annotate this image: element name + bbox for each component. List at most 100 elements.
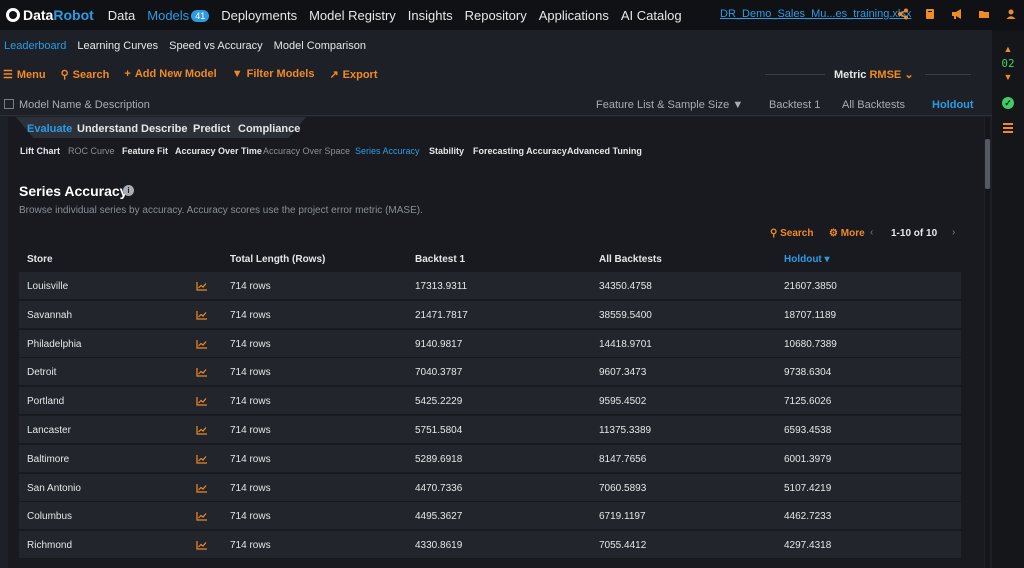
select-all-checkbox[interactable]: [4, 99, 14, 109]
search-button[interactable]: ⚲ Search: [61, 68, 110, 81]
nav-applications[interactable]: Applications: [539, 8, 609, 23]
chart-trend-icon[interactable]: [196, 511, 208, 521]
nav-repository[interactable]: Repository: [465, 8, 527, 23]
cell-store: San Antonio: [27, 482, 81, 494]
cell-store: Baltimore: [27, 453, 70, 465]
metric-divider-left: [765, 74, 825, 75]
table-row[interactable]: Baltimore 714 rows 5289.6918 8147.7656 6001.…: [19, 444, 961, 473]
model-detail-panel: Evaluate Understand Describe Predict Com…: [8, 117, 984, 568]
series-search-icon: ⚲: [770, 228, 778, 239]
chart-trend-icon[interactable]: [196, 281, 208, 291]
subtab-series-accuracy[interactable]: Series Accuracy: [355, 146, 420, 156]
datarobot-logo[interactable]: Data Robot: [6, 7, 94, 23]
cell-length: 714 rows: [230, 453, 271, 465]
next-page-icon[interactable]: ›: [952, 227, 955, 238]
add-new-model-button[interactable]: + Add New Model: [124, 68, 216, 80]
chart-trend-icon[interactable]: [196, 425, 208, 435]
megaphone-icon[interactable]: [950, 8, 964, 22]
th-backtest-1[interactable]: Backtest 1: [415, 254, 465, 265]
nav-insights[interactable]: Insights: [408, 8, 453, 23]
nav-deployments[interactable]: Deployments: [221, 8, 297, 23]
rail-chevron-up-icon[interactable]: ▲: [992, 44, 1024, 54]
chart-trend-icon[interactable]: [196, 339, 208, 349]
filter-models-button[interactable]: ▼ Filter Models: [232, 68, 315, 80]
th-holdout[interactable]: Holdout ▾: [784, 254, 830, 265]
table-row[interactable]: Richmond 714 rows 4330.8619 7055.4412 4297.4…: [19, 531, 961, 560]
series-accuracy-title: Series Accuracy: [19, 183, 128, 199]
chart-trend-icon[interactable]: [196, 483, 208, 493]
th-all-backtests[interactable]: All Backtests: [599, 254, 662, 265]
subtab-accuracy-over-time[interactable]: Accuracy Over Time: [175, 146, 262, 156]
cell-length: 714 rows: [230, 309, 271, 321]
tab-compliance[interactable]: Compliance: [238, 123, 300, 135]
logo-text-data: Data: [23, 7, 54, 23]
chart-trend-icon[interactable]: [196, 454, 208, 464]
scrollbar-thumb[interactable]: [985, 139, 990, 189]
chart-trend-icon[interactable]: [196, 396, 208, 406]
column-backtest-1[interactable]: Backtest 1: [769, 99, 820, 111]
subtab-accuracy-over-space[interactable]: Accuracy Over Space: [263, 146, 350, 156]
table-row[interactable]: Detroit 714 rows 7040.3787 9607.3473 9738.63…: [19, 358, 961, 387]
rail-chevron-down-icon[interactable]: ▼: [992, 72, 1024, 82]
table-row[interactable]: Portland 714 rows 5425.2229 9595.4502 7125.6…: [19, 387, 961, 416]
table-row[interactable]: Lancaster 714 rows 5751.5804 11375.3389 6593…: [19, 416, 961, 444]
tab-understand[interactable]: Understand: [77, 123, 138, 135]
series-search-button[interactable]: ⚲ Search: [770, 228, 813, 239]
tab-evaluate[interactable]: Evaluate: [27, 123, 72, 135]
table-row[interactable]: Savannah 714 rows 21471.7817 38559.5400 1870…: [19, 300, 961, 329]
subtab-stability[interactable]: Stability: [429, 146, 464, 156]
column-feature-list[interactable]: Feature List & Sample Size ▼: [596, 99, 743, 111]
nav-model-registry[interactable]: Model Registry: [309, 8, 396, 23]
subnav-learning-curves[interactable]: Learning Curves: [77, 40, 158, 52]
project-filename-link[interactable]: DR_Demo_Sales_Mu...es_training.xlsx: [720, 8, 911, 20]
previous-page-icon[interactable]: ‹: [870, 227, 873, 238]
chart-trend-icon[interactable]: [196, 310, 208, 320]
chart-trend-icon[interactable]: [196, 540, 208, 550]
table-row[interactable]: Columbus 714 rows 4495.3627 6719.1197 4462.7…: [19, 502, 961, 531]
vertical-scrollbar[interactable]: [985, 117, 990, 568]
nav-ai-catalog[interactable]: AI Catalog: [621, 8, 682, 23]
share-icon[interactable]: [896, 8, 910, 22]
models-subnav: Leaderboard Learning Curves Speed vs Acc…: [0, 38, 373, 54]
column-holdout[interactable]: Holdout: [932, 99, 974, 111]
tab-predict[interactable]: Predict: [193, 123, 230, 135]
subtab-forecasting-accuracy[interactable]: Forecasting Accuracy: [473, 146, 567, 156]
hamburger-icon: ☰: [3, 68, 13, 81]
info-icon[interactable]: i: [123, 185, 134, 196]
column-all-backtests[interactable]: All Backtests: [842, 99, 905, 111]
metric-selector[interactable]: Metric RMSE ⌄: [834, 68, 914, 81]
subtab-feature-fit[interactable]: Feature Fit: [122, 146, 168, 156]
chart-trend-icon[interactable]: [196, 367, 208, 377]
book-icon[interactable]: [923, 8, 937, 22]
nav-data[interactable]: Data: [108, 8, 135, 23]
subtab-lift-chart[interactable]: Lift Chart: [20, 146, 60, 156]
th-store[interactable]: Store: [27, 254, 53, 265]
user-icon[interactable]: [1004, 8, 1018, 22]
cell-all: 9595.4502: [599, 396, 647, 408]
column-model-name[interactable]: Model Name & Description: [19, 99, 150, 111]
rail-counter: 02: [1001, 57, 1015, 70]
tab-describe[interactable]: Describe: [141, 123, 187, 135]
menu-button[interactable]: ☰ Menu: [3, 68, 46, 81]
subnav-speed-vs-accuracy[interactable]: Speed vs Accuracy: [169, 40, 263, 52]
cell-store: Columbus: [27, 511, 73, 523]
table-row[interactable]: Philadelphia 714 rows 9140.9817 14418.9701 1…: [19, 329, 961, 358]
top-navigation: Data Robot Data Models 41 Deployments Mode…: [0, 0, 1024, 30]
cell-length: 714 rows: [230, 338, 271, 350]
subnav-leaderboard[interactable]: Leaderboard: [4, 40, 66, 52]
subtab-roc-curve[interactable]: ROC Curve: [68, 146, 115, 156]
subtab-advanced-tuning[interactable]: Advanced Tuning: [567, 146, 642, 156]
more-button[interactable]: ⚙ More: [829, 228, 865, 239]
export-button[interactable]: ↗ Export: [329, 68, 377, 81]
cell-all: 6719.1197: [599, 511, 646, 523]
th-total-length[interactable]: Total Length (Rows): [230, 254, 325, 265]
cell-backtest1: 5425.2229: [415, 396, 463, 408]
table-row[interactable]: San Antonio 714 rows 4470.7336 7060.5893 510…: [19, 473, 961, 502]
check-circle-icon[interactable]: ✓: [1002, 97, 1014, 109]
subnav-model-comparison[interactable]: Model Comparison: [274, 40, 366, 52]
logo-mark-icon: [6, 8, 20, 22]
list-icon[interactable]: [1003, 123, 1013, 135]
folder-icon[interactable]: [977, 8, 991, 22]
table-row[interactable]: Louisville 714 rows 17313.9311 34350.4758 21…: [19, 272, 961, 300]
nav-models[interactable]: Models 41: [147, 8, 210, 23]
